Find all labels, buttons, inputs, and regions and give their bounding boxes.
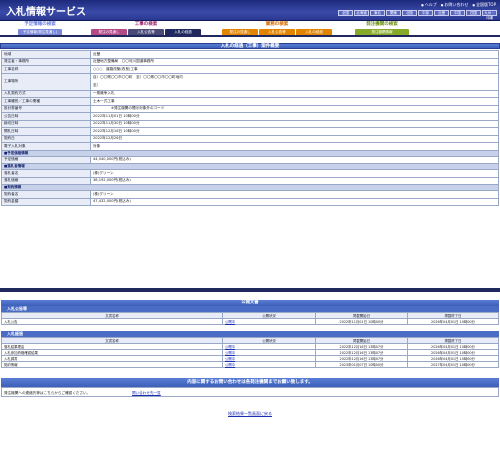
nav-group-services: 業務の検索 発注の見通し 入札公告等 入札の経過 bbox=[222, 22, 332, 35]
field-value: 近畿 bbox=[90, 50, 499, 59]
region-button[interactable]: 中部 bbox=[418, 10, 433, 16]
help-link[interactable]: ヘルプ bbox=[421, 2, 437, 8]
region-button[interactable]: 中国 bbox=[450, 10, 465, 16]
field-value: 2022年11月01日 10時00分 bbox=[90, 112, 499, 121]
field-label: 工事種別／工事の業種 bbox=[1, 97, 91, 106]
doc-open-link[interactable]: 公開中 bbox=[225, 320, 235, 324]
field-label: 地域 bbox=[1, 50, 91, 59]
field-value: 2022年12月26日 bbox=[90, 134, 499, 143]
field-value: ○○○ 道路改築(改良)工事 bbox=[90, 65, 499, 74]
region-button[interactable]: 全国 bbox=[338, 10, 353, 16]
nav-group-title: 発注機関の検索 bbox=[366, 22, 398, 27]
field-label: 締切日時 bbox=[1, 119, 91, 128]
region-button[interactable]: 東北 bbox=[370, 10, 385, 16]
doc-open-link[interactable]: 公開中 bbox=[225, 345, 235, 349]
doc-end: 2026年04月01日 10時00分 bbox=[407, 318, 499, 325]
national-top-link[interactable]: 全国版TOP bbox=[472, 2, 496, 8]
table-row: 入札公告 公開中 2022年11月01日 10時00分 2026年04月01日 … bbox=[1, 318, 499, 325]
region-button[interactable]: 九州・沖縄 bbox=[482, 10, 497, 20]
field-label: 発注者・事務所 bbox=[1, 57, 91, 66]
field-value-line: 至） bbox=[93, 83, 101, 87]
notice-documents-table: 文書名称 公開状況 掲載開始日 掲載終了日 入札公告 公開中 2022年11月0… bbox=[1, 312, 499, 325]
nav-strip bbox=[0, 35, 500, 37]
field-value: 土木一式工事 bbox=[90, 97, 499, 106]
contact-title: 内容に関するお問い合わせは各発注機関までお願い致します。 bbox=[1, 378, 499, 387]
doc-open-link[interactable]: 公開中 bbox=[225, 351, 235, 355]
nav-group-forecast: 予定情報の検索 予定情報(発注見通し) bbox=[18, 22, 62, 35]
nav-group-agency: 発注機関の検索 発注機関情報 bbox=[355, 22, 409, 35]
top-links: ヘルプ お問い合わせ 全国版TOP bbox=[421, 2, 496, 8]
region-button[interactable]: 北海道 bbox=[354, 10, 369, 16]
nav-group-title: 予定情報の検索 bbox=[24, 22, 56, 27]
field-value: 自）〇〇県〇〇市〇〇町 至）〇〇県〇〇市〇〇町地内 至） bbox=[90, 72, 499, 91]
doc-open-link[interactable]: 公開中 bbox=[225, 363, 235, 367]
field-label: 工事名称 bbox=[1, 65, 91, 74]
doc-end: 2027年04月01日 10時00分 bbox=[407, 361, 499, 368]
contact-row: 発注機関への連絡先等はこちらからご確認ください。 問い合わせ先一覧 bbox=[1, 387, 499, 397]
field-value: ※発注機関の開示対象外のコード bbox=[90, 104, 499, 113]
field-value: 38,192,000円(税込み) bbox=[90, 176, 499, 185]
field-label: 設計書番号 bbox=[1, 104, 91, 113]
progress-documents-table: 文書名称 公開状況 掲載開始日 掲載終了日 落札結果理由 公開中 2022年12月1… bbox=[1, 337, 499, 368]
table-row: 契約情報 公開中 2023年01月07日 10時00分 2027年04月01日 10時… bbox=[1, 361, 499, 368]
site-header: 入札情報サービス ヘルプ お問い合わせ 全国版TOP 全国 北海道 東北 関東 … bbox=[0, 0, 500, 21]
doc-start: 2022年11月01日 10時00分 bbox=[315, 318, 408, 325]
nav-group-title: 工事の検索 bbox=[134, 22, 158, 27]
section-divider bbox=[0, 288, 500, 292]
field-value: 2022年11月30日 10時00分 bbox=[90, 119, 499, 128]
site-title: 入札情報サービス bbox=[6, 7, 86, 18]
nav-group-title: 業務の検索 bbox=[265, 22, 289, 27]
field-value: (株)グリーン bbox=[90, 190, 499, 199]
doc-open-link[interactable]: 公開中 bbox=[225, 357, 235, 361]
field-value: 近畿地方整備局 〇〇河川国道事務所 bbox=[90, 57, 499, 66]
back-row: 検索結果一覧画面に戻る bbox=[0, 411, 500, 417]
field-value: 47,432,000円(税込み) bbox=[90, 197, 499, 206]
page-title: 入札の経過（工事）案件概要 bbox=[0, 43, 500, 49]
contact-link[interactable]: お問い合わせ bbox=[441, 2, 468, 8]
region-button[interactable]: 北陸 bbox=[402, 10, 417, 16]
doc-start: 2023年01月07日 10時00分 bbox=[315, 361, 408, 368]
field-label: 契約日 bbox=[1, 134, 91, 143]
contact-section: 内容に関するお問い合わせは各発注機関までお願い致します。 発注機関への連絡先等は… bbox=[1, 378, 499, 397]
public-documents: 公開文書 入札公告等 文書名称 公開状況 掲載開始日 掲載終了日 入札公告 公開… bbox=[1, 300, 499, 368]
field-label: 入札契約方式 bbox=[1, 89, 91, 98]
region-button[interactable]: 関東 bbox=[386, 10, 401, 16]
region-selector: 全国 北海道 東北 関東 北陸 中部 近畿 中国 四国 九州・沖縄 bbox=[338, 10, 497, 20]
case-summary-table: 地域 近畿 発注者・事務所 近畿地方整備局 〇〇河川国道事務所 工事名称 ○○○ 道路… bbox=[1, 50, 499, 206]
doc-name: 契約情報 bbox=[1, 361, 223, 368]
back-to-results-link[interactable]: 検索結果一覧画面に戻る bbox=[228, 411, 272, 416]
field-value-line: 自）〇〇県〇〇市〇〇町 至）〇〇県〇〇市〇〇町地内 bbox=[93, 75, 183, 79]
contact-label: 発注機関への連絡先等はこちらからご確認ください。 bbox=[4, 391, 91, 395]
nav-group-works: 工事の検索 発注の見通し 入札公告等 入札の経過 bbox=[91, 22, 201, 35]
field-label: 落札者名 bbox=[1, 169, 91, 178]
field-value: 2022年12月16日 10時00分 bbox=[90, 127, 499, 136]
field-label: 工事場所 bbox=[1, 72, 91, 91]
field-label: 契約者名 bbox=[1, 190, 91, 199]
field-label: 公告日時 bbox=[1, 112, 91, 121]
field-label: 予定価格 bbox=[1, 155, 91, 164]
contact-list-link[interactable]: 問い合わせ先一覧 bbox=[132, 391, 161, 396]
field-value: (株)グリーン bbox=[90, 169, 499, 178]
field-value: 一般競争入札 bbox=[90, 89, 499, 98]
field-label: 契約金額 bbox=[1, 197, 91, 206]
field-label: 電子入札対象 bbox=[1, 142, 91, 151]
field-label: 落札価格 bbox=[1, 176, 91, 185]
region-button[interactable]: 近畿 bbox=[434, 10, 449, 16]
doc-name: 入札公告 bbox=[1, 318, 223, 325]
field-value: 44,540,000円(税込み) bbox=[90, 155, 499, 164]
region-button[interactable]: 四国 bbox=[466, 10, 481, 16]
field-value: 対象 bbox=[90, 142, 499, 151]
field-label: 開札日時 bbox=[1, 127, 91, 136]
